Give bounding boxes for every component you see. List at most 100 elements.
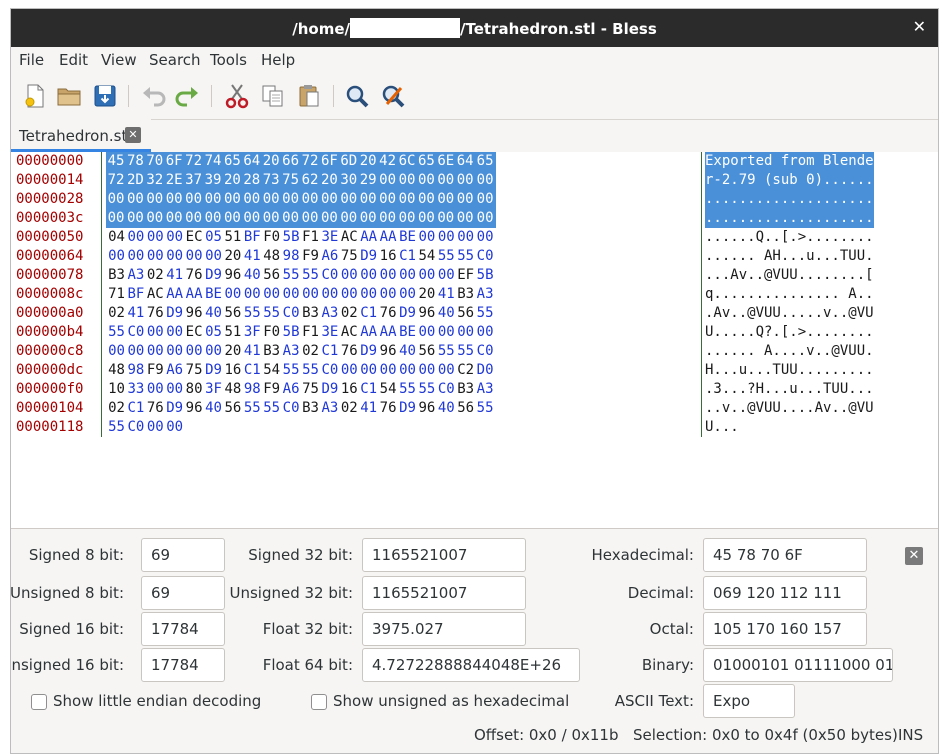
hex-byte[interactable]: 16: [378, 247, 399, 266]
hex-byte[interactable]: 00: [319, 209, 340, 228]
hex-byte[interactable]: 00: [455, 190, 476, 209]
hex-byte[interactable]: B3: [261, 342, 282, 361]
hex-byte[interactable]: B3: [106, 266, 127, 285]
hex-byte[interactable]: 04: [106, 228, 127, 247]
hex-byte[interactable]: C0: [319, 361, 340, 380]
ascii-row[interactable]: .3...?H...u...TUU...: [705, 380, 874, 399]
hex-byte[interactable]: 45: [106, 152, 126, 171]
hex-byte[interactable]: 00: [164, 342, 185, 361]
hex-byte[interactable]: 48: [222, 380, 243, 399]
hex-byte[interactable]: 41: [436, 285, 457, 304]
hex-byte[interactable]: 00: [261, 190, 282, 209]
hex-byte[interactable]: C0: [475, 342, 496, 361]
hex-byte[interactable]: AA: [184, 285, 205, 304]
hex-byte[interactable]: 00: [416, 190, 437, 209]
hex-byte[interactable]: 00: [242, 285, 263, 304]
hex-byte[interactable]: 00: [125, 247, 146, 266]
hex-byte[interactable]: 64: [455, 152, 476, 171]
hex-byte[interactable]: F9: [261, 380, 282, 399]
menu-tools[interactable]: Tools: [210, 51, 247, 69]
hex-byte[interactable]: 02: [339, 399, 360, 418]
hex-byte[interactable]: 00: [397, 171, 417, 190]
hex-byte[interactable]: 00: [358, 209, 379, 228]
hex-byte[interactable]: 05: [203, 228, 224, 247]
hex-byte[interactable]: 16: [222, 361, 243, 380]
hex-byte[interactable]: 00: [378, 266, 399, 285]
hex-byte[interactable]: B3: [300, 399, 321, 418]
hex-byte[interactable]: 00: [145, 418, 166, 437]
hex-byte[interactable]: 00: [358, 190, 379, 209]
hex-byte[interactable]: C1: [358, 380, 379, 399]
hex-byte[interactable]: BE: [397, 228, 418, 247]
hex-byte[interactable]: 00: [164, 418, 185, 437]
hex-byte[interactable]: 00: [164, 247, 185, 266]
hex-byte[interactable]: 00: [338, 209, 359, 228]
hex-byte[interactable]: 72: [106, 171, 126, 190]
hex-byte[interactable]: 37: [183, 171, 204, 190]
hex-byte[interactable]: A3: [319, 399, 340, 418]
hex-byte[interactable]: 10: [106, 380, 127, 399]
tab-tetrahedron-stl[interactable]: Tetrahedron.stl ✕: [11, 119, 151, 152]
hex-byte[interactable]: 00: [203, 342, 224, 361]
hex-byte[interactable]: 75: [184, 361, 205, 380]
hex-byte[interactable]: 00: [416, 266, 437, 285]
hex-byte[interactable]: 00: [222, 190, 243, 209]
hex-byte[interactable]: 00: [164, 323, 185, 342]
little-endian-label[interactable]: Show little endian decoding: [53, 692, 261, 710]
hex-byte[interactable]: 55: [242, 399, 263, 418]
hex-editor-area[interactable]: 00000000 00000014 00000028 0000003c 00000050…: [11, 152, 938, 529]
hex-byte[interactable]: 75: [280, 171, 301, 190]
hex-byte[interactable]: 20: [261, 152, 282, 171]
hex-byte[interactable]: C1: [242, 361, 263, 380]
hex-byte[interactable]: 00: [455, 171, 476, 190]
hex-byte[interactable]: 00: [241, 209, 262, 228]
hex-byte[interactable]: D9: [164, 304, 185, 323]
hex-byte[interactable]: 00: [106, 209, 126, 228]
hex-byte[interactable]: 00: [164, 228, 185, 247]
hex-byte[interactable]: 00: [455, 209, 476, 228]
ascii-row[interactable]: ......Q..[.>........: [705, 228, 874, 247]
copy-icon[interactable]: [259, 82, 287, 110]
hex-byte[interactable]: 00: [377, 209, 398, 228]
hex-byte[interactable]: 6F: [319, 152, 340, 171]
hex-byte[interactable]: C2: [455, 361, 476, 380]
hex-byte[interactable]: 00: [416, 323, 437, 342]
hex-byte[interactable]: 96: [222, 266, 243, 285]
hex-byte[interactable]: 00: [241, 190, 262, 209]
hex-byte[interactable]: C1: [125, 399, 146, 418]
hex-byte[interactable]: 20: [222, 171, 243, 190]
hex-byte[interactable]: 40: [436, 304, 457, 323]
hex-byte[interactable]: 96: [416, 304, 437, 323]
hex-byte[interactable]: 40: [203, 304, 224, 323]
hex-byte[interactable]: 00: [222, 285, 243, 304]
undo-icon[interactable]: [139, 82, 167, 110]
hex-byte[interactable]: AA: [378, 228, 399, 247]
hex-byte[interactable]: C0: [475, 247, 496, 266]
hex-byte[interactable]: 00: [145, 323, 166, 342]
hex-byte[interactable]: 41: [125, 304, 146, 323]
hex-byte[interactable]: 51: [222, 228, 243, 247]
hex-byte[interactable]: 74: [203, 152, 223, 171]
hex-byte[interactable]: 00: [397, 361, 418, 380]
window-close-button[interactable]: ✕: [913, 17, 926, 36]
signed-32-field[interactable]: 1165521007: [362, 538, 526, 572]
hex-byte[interactable]: D9: [203, 361, 224, 380]
hex-byte[interactable]: 00: [358, 361, 379, 380]
hex-byte[interactable]: D9: [397, 399, 418, 418]
hex-byte[interactable]: C0: [436, 380, 457, 399]
hex-byte[interactable]: AC: [339, 323, 360, 342]
hex-byte[interactable]: 00: [164, 209, 185, 228]
hex-byte[interactable]: 33: [125, 380, 146, 399]
cut-icon[interactable]: [223, 82, 251, 110]
hex-byte[interactable]: 16: [339, 380, 360, 399]
hex-byte[interactable]: 00: [261, 209, 282, 228]
hex-byte[interactable]: 70: [144, 152, 165, 171]
hex-byte[interactable]: 96: [184, 399, 205, 418]
hex-byte[interactable]: C1: [319, 342, 340, 361]
hex-byte[interactable]: 54: [261, 361, 282, 380]
ascii-row[interactable]: H...u...TUU.........: [705, 361, 874, 380]
hex-byte[interactable]: B3: [455, 285, 476, 304]
hex-byte[interactable]: 00: [145, 380, 166, 399]
hex-byte[interactable]: 00: [455, 228, 476, 247]
hex-byte[interactable]: 40: [436, 399, 457, 418]
